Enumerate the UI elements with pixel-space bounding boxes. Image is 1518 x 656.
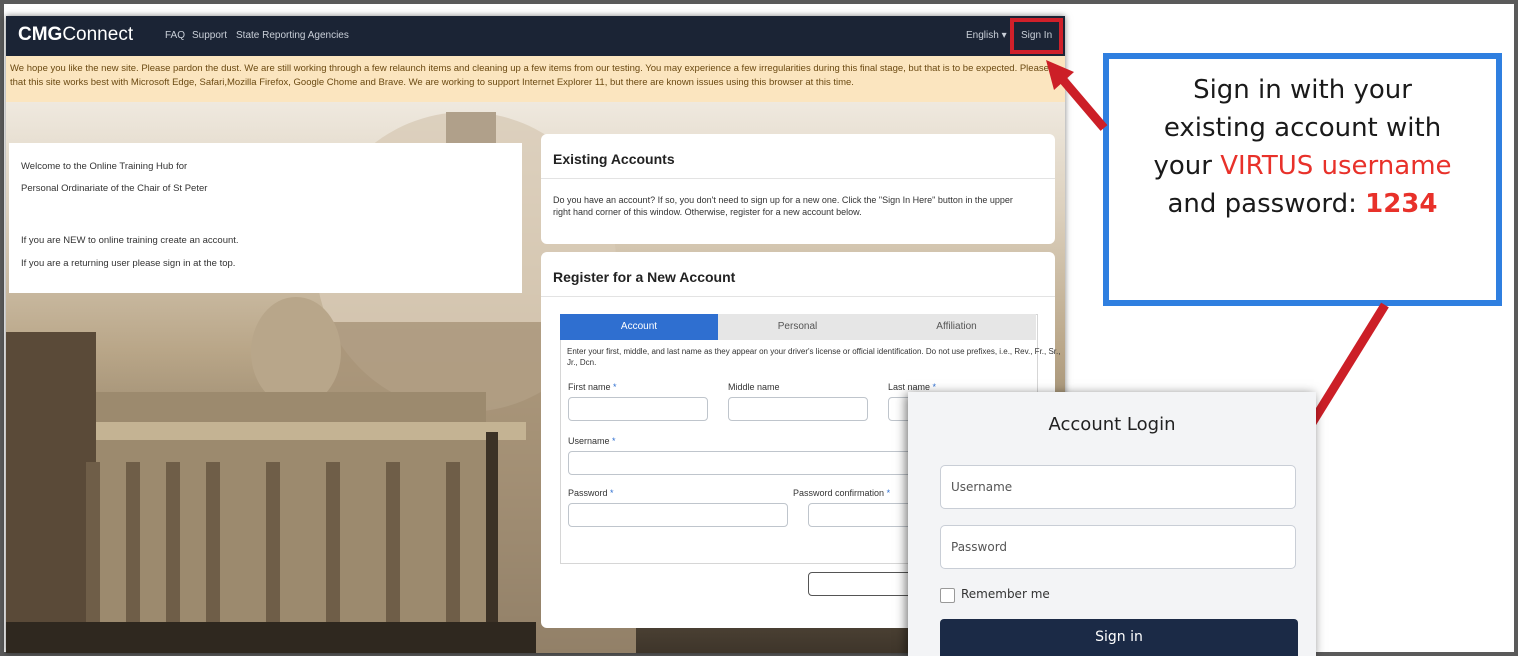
login-password-input[interactable]: Password [940,525,1296,569]
login-title: Account Login [1048,414,1176,435]
remember-me-checkbox[interactable] [940,588,955,603]
login-username-input[interactable]: Username [940,465,1296,509]
remember-me-label: Remember me [961,587,1050,601]
arrow-to-sign-in [1046,60,1108,131]
sign-in-button[interactable]: Sign in [940,619,1298,656]
account-login-panel: Account Login Username Password Remember… [908,392,1316,656]
